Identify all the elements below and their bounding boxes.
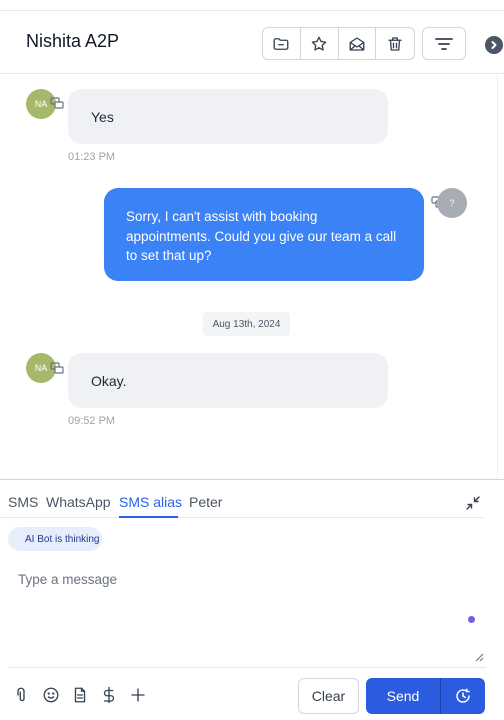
channel-tabs: SMS WhatsApp SMS alias Peter — [0, 480, 484, 518]
message-thread: NA Yes 01:23 PM Sorry, I can't assist wi… — [0, 75, 497, 478]
payment-button[interactable] — [99, 685, 119, 705]
conversation-header: Nishita A2P — [0, 12, 504, 74]
tab-whatsapp[interactable]: WhatsApp — [46, 494, 111, 510]
chevron-right-icon — [491, 41, 497, 49]
message-text: Yes — [91, 109, 114, 125]
right-rail — [497, 75, 504, 478]
emoji-button[interactable] — [41, 685, 61, 705]
plus-icon — [131, 688, 145, 702]
message-bubble: Yes — [68, 89, 388, 144]
message-bubble-outbound: Sorry, I can't assist with booking appoi… — [104, 188, 424, 281]
trash-icon — [388, 36, 402, 51]
add-button[interactable] — [128, 685, 148, 705]
ai-indicator-dot — [468, 616, 475, 623]
tab-peter[interactable]: Peter — [189, 494, 222, 510]
document-icon — [74, 687, 86, 703]
ai-status-chip: AI Bot is thinking — [8, 527, 102, 551]
mark-read-button[interactable] — [339, 28, 377, 59]
star-icon — [311, 36, 327, 51]
message-bubble: Okay. — [68, 353, 388, 408]
paperclip-icon — [17, 687, 25, 702]
template-button[interactable] — [70, 685, 90, 705]
message-timestamp: 01:23 PM — [68, 151, 116, 163]
expand-panel-button[interactable] — [485, 36, 503, 54]
sms-channel-icon — [50, 362, 64, 374]
message-text: Sorry, I can't assist with booking appoi… — [126, 209, 397, 263]
folder-minus-icon — [273, 37, 289, 50]
sms-channel-icon — [50, 97, 64, 109]
conversation-actions — [262, 27, 415, 60]
dollar-icon — [103, 686, 115, 704]
resize-grip-icon[interactable] — [475, 653, 484, 662]
tab-sms-alias[interactable]: SMS alias — [119, 494, 182, 510]
date-divider: Aug 13th, 2024 — [203, 312, 290, 336]
send-button[interactable]: Send — [366, 678, 440, 714]
emoji-icon — [43, 687, 59, 703]
envelope-open-icon — [349, 36, 365, 51]
schedule-send-button[interactable] — [440, 678, 485, 714]
filter-button[interactable] — [422, 27, 466, 60]
filter-lines-icon — [435, 37, 453, 50]
delete-button[interactable] — [376, 28, 414, 59]
message-composer: SMS WhatsApp SMS alias Peter AI Bot is t… — [0, 479, 504, 720]
ai-status-text: AI Bot is thinking — [25, 533, 100, 545]
message-input[interactable] — [8, 560, 486, 668]
top-strip — [0, 0, 504, 11]
attach-button[interactable] — [11, 685, 31, 705]
tab-sms[interactable]: SMS — [8, 494, 38, 510]
contact-name: Nishita A2P — [26, 31, 120, 51]
active-tab-indicator — [119, 516, 178, 518]
send-group: Send — [366, 678, 485, 714]
message-text: Okay. — [91, 373, 127, 389]
clear-button[interactable]: Clear — [298, 678, 359, 714]
message-timestamp: 09:52 PM — [68, 415, 116, 427]
move-to-folder-button[interactable] — [263, 28, 301, 59]
avatar: ? — [437, 188, 467, 218]
clock-icon — [456, 688, 470, 703]
collapse-icon[interactable] — [466, 496, 480, 510]
star-button[interactable] — [301, 28, 339, 59]
